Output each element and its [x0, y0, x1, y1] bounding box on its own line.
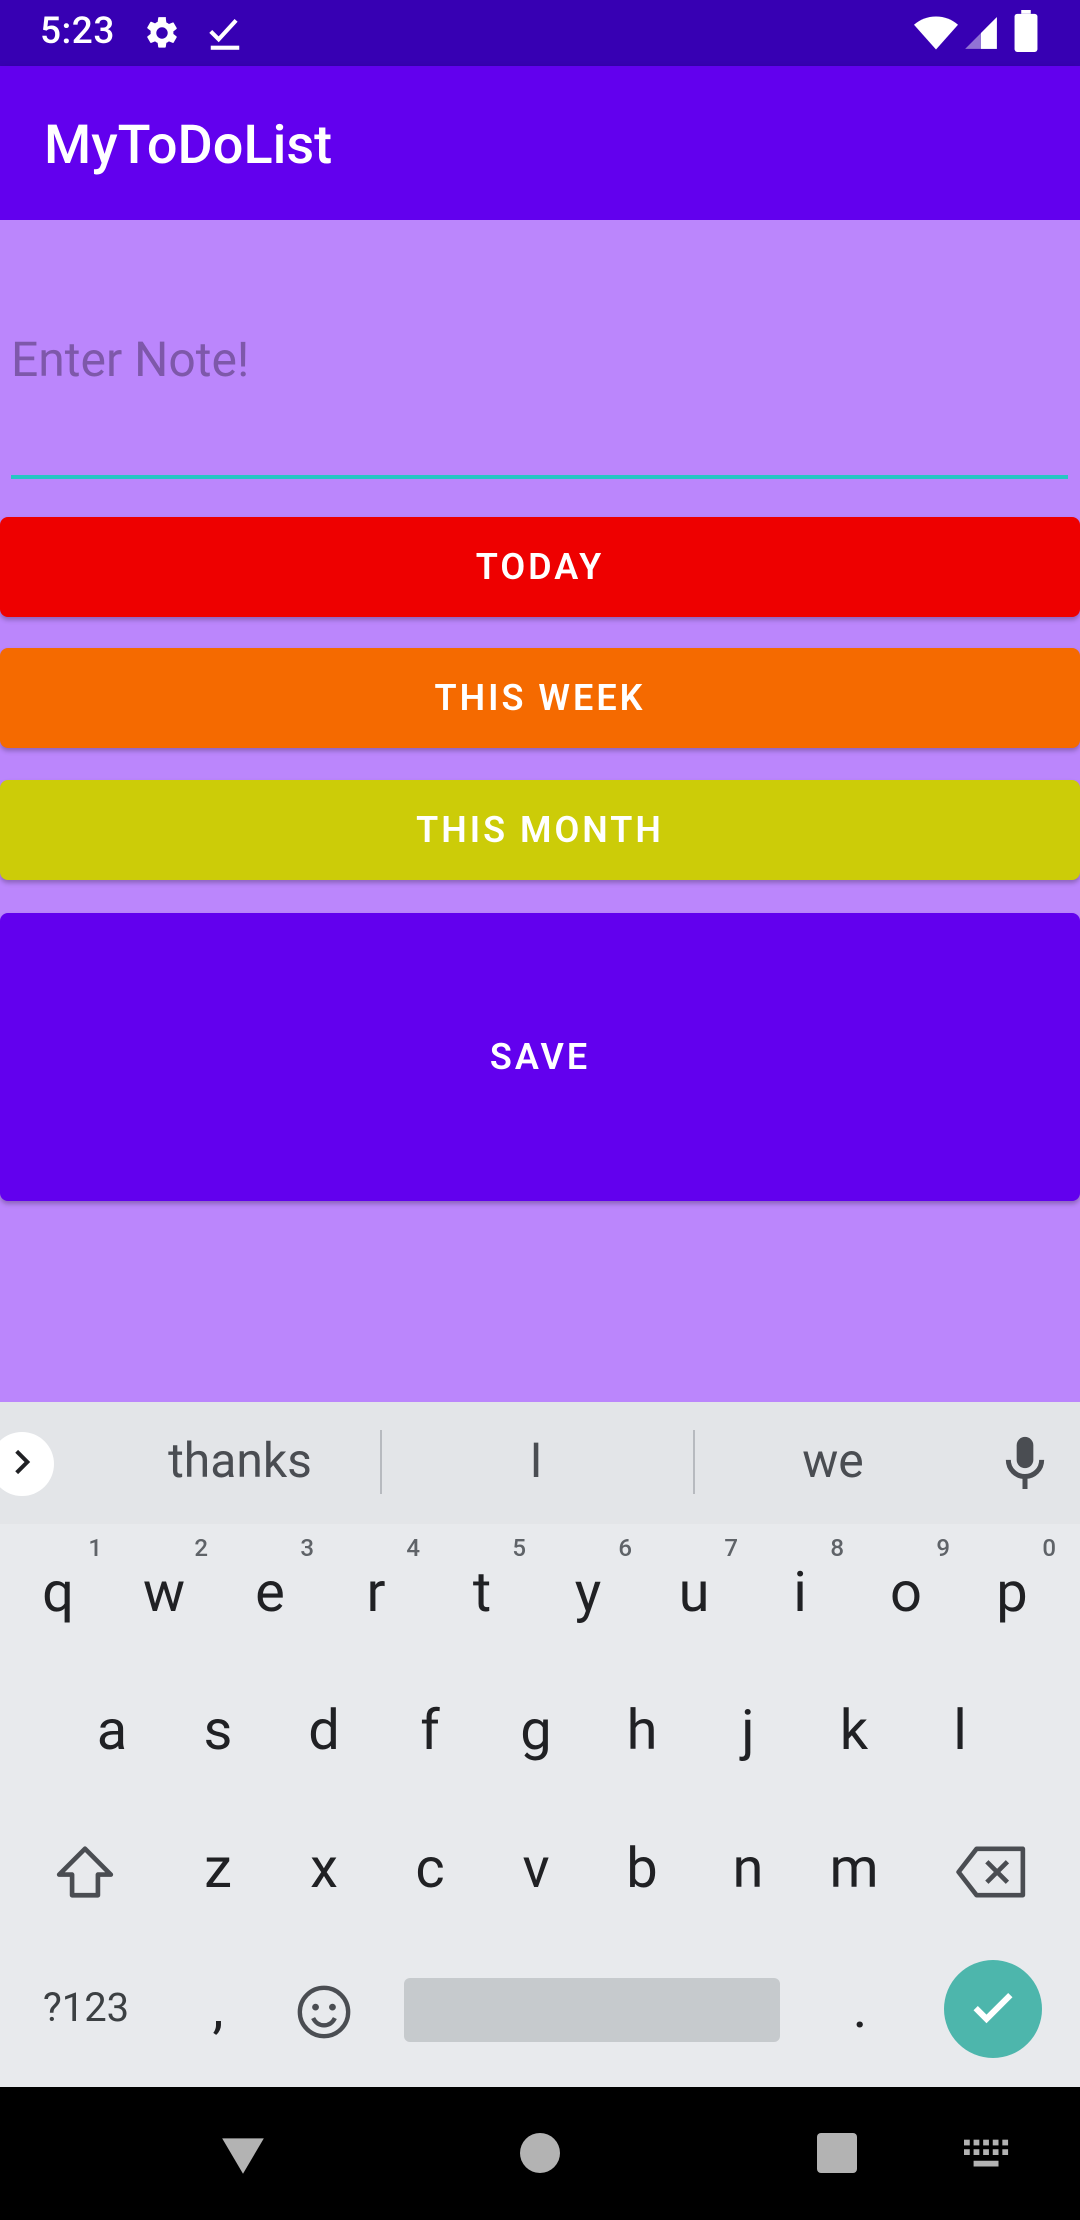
- key-c[interactable]: c: [380, 1808, 480, 1928]
- navigation-bar: [0, 2087, 1080, 2220]
- suggestion-divider: [693, 1430, 695, 1494]
- emoji-icon: [295, 1975, 353, 2041]
- status-bar: 5:23: [0, 0, 1080, 66]
- status-time: 5:23: [40, 10, 115, 53]
- gear-icon: [143, 14, 181, 56]
- key-r[interactable]: r4: [326, 1532, 426, 1652]
- recents-icon[interactable]: [817, 2133, 857, 2177]
- key-v[interactable]: v: [486, 1808, 586, 1928]
- key-w[interactable]: w2: [114, 1532, 214, 1652]
- symbols-key[interactable]: ?123: [26, 1948, 146, 2068]
- soft-keyboard: thanks I we q1 w2 e3 r4 t5 y6 u7 i8 o9 p…: [0, 1402, 1080, 2087]
- expand-suggestions-button[interactable]: [0, 1432, 54, 1496]
- suggestion-2[interactable]: I: [400, 1432, 672, 1489]
- key-i[interactable]: i8: [750, 1532, 850, 1652]
- key-row-3: z x c v b n m: [0, 1808, 1080, 1938]
- key-row-1: q1 w2 e3 r4 t5 y6 u7 i8 o9 p0: [0, 1532, 1080, 1662]
- home-icon[interactable]: [520, 2133, 560, 2177]
- shift-icon: [52, 1835, 118, 1901]
- key-y[interactable]: y6: [538, 1532, 638, 1652]
- keyboard-switch-icon[interactable]: [964, 2139, 1010, 2175]
- key-t[interactable]: t5: [432, 1532, 532, 1652]
- checkmark-icon: [967, 1981, 1019, 2037]
- key-q[interactable]: q1: [8, 1532, 108, 1652]
- key-o[interactable]: o9: [856, 1532, 956, 1652]
- key-comma[interactable]: ,: [168, 1948, 268, 2068]
- backspace-icon: [956, 1835, 1028, 1901]
- key-g[interactable]: g: [486, 1670, 586, 1790]
- key-s[interactable]: s: [168, 1670, 268, 1790]
- key-j[interactable]: j: [698, 1670, 798, 1790]
- key-a[interactable]: a: [62, 1670, 162, 1790]
- key-h[interactable]: h: [592, 1670, 692, 1790]
- battery-icon: [1014, 10, 1038, 56]
- wifi-icon: [914, 14, 958, 56]
- main-content: TODAY THIS WEEK THIS MONTH SAVE: [0, 220, 1080, 1402]
- app-bar: MyToDoList: [0, 66, 1080, 220]
- microphone-icon[interactable]: [1000, 1434, 1050, 1498]
- key-z[interactable]: z: [168, 1808, 268, 1928]
- key-l[interactable]: l: [910, 1670, 1010, 1790]
- save-button[interactable]: SAVE: [0, 913, 1080, 1201]
- shift-key[interactable]: [35, 1808, 135, 1928]
- key-period[interactable]: .: [810, 1948, 910, 2068]
- key-b[interactable]: b: [592, 1808, 692, 1928]
- suggestion-divider: [380, 1430, 382, 1494]
- key-u[interactable]: u7: [644, 1532, 744, 1652]
- suggestion-1[interactable]: thanks: [100, 1432, 380, 1489]
- key-d[interactable]: d: [274, 1670, 374, 1790]
- note-input-underline: [11, 475, 1068, 479]
- key-row-2: a s d f g h j k l: [0, 1670, 1080, 1800]
- spacebar[interactable]: [404, 1978, 780, 2042]
- signal-icon: [962, 14, 1000, 56]
- enter-key[interactable]: [944, 1960, 1042, 2058]
- key-row-4: ?123 , .: [0, 1948, 1080, 2078]
- chevron-right-icon: [6, 1446, 38, 1482]
- this-month-button[interactable]: THIS MONTH: [0, 780, 1080, 880]
- today-button[interactable]: TODAY: [0, 517, 1080, 617]
- emoji-key[interactable]: [274, 1948, 374, 2068]
- check-icon: [206, 14, 244, 56]
- back-icon[interactable]: [218, 2133, 268, 2181]
- key-m[interactable]: m: [804, 1808, 904, 1928]
- key-k[interactable]: k: [804, 1670, 904, 1790]
- suggestion-3[interactable]: we: [700, 1432, 966, 1489]
- app-title: MyToDoList: [44, 114, 333, 177]
- key-e[interactable]: e3: [220, 1532, 320, 1652]
- suggestion-bar: thanks I we: [0, 1402, 1080, 1524]
- note-input[interactable]: [11, 312, 1068, 406]
- key-p[interactable]: p0: [962, 1532, 1062, 1652]
- backspace-key[interactable]: [942, 1808, 1042, 1928]
- key-f[interactable]: f: [380, 1670, 480, 1790]
- this-week-button[interactable]: THIS WEEK: [0, 648, 1080, 748]
- key-x[interactable]: x: [274, 1808, 374, 1928]
- key-n[interactable]: n: [698, 1808, 798, 1928]
